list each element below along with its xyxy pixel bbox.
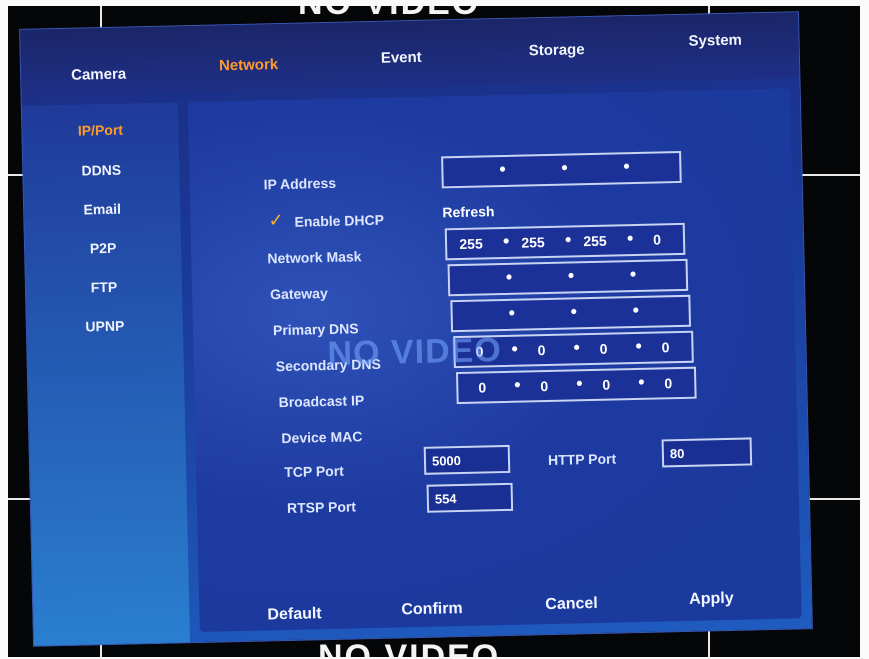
ip-address-label: IP Address: [263, 174, 337, 193]
default-button[interactable]: Default: [267, 605, 322, 624]
octet-separator: •: [508, 302, 516, 323]
rtsp-port-field[interactable]: 554: [426, 482, 514, 513]
octet-separator: •: [626, 228, 634, 249]
octet-separator: •: [564, 229, 572, 250]
ip-octet: [580, 268, 616, 269]
checkmark-icon[interactable]: ✓: [268, 210, 284, 231]
octet-separator: •: [567, 265, 575, 286]
http-port-value: 80: [669, 445, 685, 462]
octet-separator: •: [570, 301, 578, 322]
ip-octet: 0: [664, 375, 673, 392]
device-mac-label: Device MAC: [281, 428, 363, 447]
tcp-port-field[interactable]: 5000: [423, 444, 511, 475]
octet-separator: •: [623, 156, 630, 177]
octet-separator: •: [573, 337, 580, 358]
confirm-button[interactable]: Confirm: [401, 600, 463, 619]
ip-octet: 0: [602, 376, 611, 393]
ip-octet: 255: [521, 234, 545, 251]
ip-octet: [453, 163, 489, 164]
ip-octet: [644, 303, 680, 304]
sidebar-item-ip-port[interactable]: IP/Port: [22, 120, 178, 140]
cancel-button[interactable]: Cancel: [545, 595, 598, 614]
enable-dhcp-label[interactable]: Enable DHCP: [294, 212, 384, 230]
tab-network[interactable]: Network: [219, 56, 279, 74]
ip-octet: [637, 159, 673, 160]
ip-octet: 0: [599, 340, 608, 357]
ip-octet: [513, 162, 549, 163]
network-mask-label: Network Mask: [267, 248, 362, 267]
ip-octet: [642, 267, 678, 268]
octet-separator: •: [499, 158, 506, 180]
tab-system[interactable]: System: [688, 32, 742, 50]
gateway-label: Gateway: [269, 284, 328, 303]
ip-address-field[interactable]: • • •: [441, 150, 682, 189]
menu-tab-bar: Camera Network Event Storage System: [20, 12, 800, 96]
sidebar-item-email[interactable]: Email: [24, 199, 180, 219]
octet-separator: •: [632, 299, 640, 321]
octet-separator: •: [576, 373, 583, 394]
sidebar-item-ddns[interactable]: DDNS: [23, 160, 179, 180]
ip-octet: [521, 306, 557, 307]
ip-octet: [583, 304, 619, 305]
ip-octet: 0: [540, 378, 549, 395]
ip-octet: 0: [537, 342, 546, 359]
ip-octet: 255: [459, 235, 483, 252]
sidebar-item-ftp[interactable]: FTP: [26, 277, 182, 297]
broadcast-ip-label: Broadcast IP: [278, 392, 365, 411]
sidebar-item-upnp[interactable]: UPNP: [27, 316, 183, 336]
refresh-button[interactable]: Refresh: [442, 203, 494, 220]
monitor-screen: NO VIDEO NO VIDEO Camera Network Event S…: [8, 6, 860, 657]
tcp-port-value: 5000: [431, 453, 462, 469]
octet-separator: •: [505, 266, 513, 287]
tab-event[interactable]: Event: [381, 49, 422, 67]
ip-octet: [456, 271, 492, 272]
apply-button[interactable]: Apply: [689, 590, 734, 609]
http-port-label: HTTP Port: [547, 450, 617, 469]
octet-separator: •: [635, 335, 642, 357]
no-video-overlay: NO VIDEO: [327, 331, 503, 374]
rtsp-port-value: 554: [434, 491, 457, 507]
primary-dns-field[interactable]: • • •: [450, 294, 692, 333]
octet-separator: •: [514, 374, 521, 395]
octet-separator: •: [561, 157, 568, 178]
tab-storage[interactable]: Storage: [529, 41, 585, 59]
tcp-port-label: TCP Port: [284, 462, 345, 481]
octet-separator: •: [511, 338, 519, 359]
octet-separator: •: [502, 230, 510, 252]
sidebar-item-p2p[interactable]: P2P: [25, 238, 181, 258]
tab-camera[interactable]: Camera: [71, 66, 126, 84]
ip-octet: 0: [652, 231, 662, 248]
network-mask-field[interactable]: 255 • 255 • 255 • 0: [444, 222, 686, 261]
no-video-overlay-bottom: NO VIDEO: [318, 638, 501, 657]
broadcast-ip-field[interactable]: 0 • 0 • 0 • 0: [455, 366, 697, 405]
ip-octet: 255: [583, 232, 607, 250]
network-settings-dialog: Camera Network Event Storage System IP/P…: [19, 11, 813, 647]
ip-octet: 0: [661, 339, 670, 356]
http-port-field[interactable]: 80: [661, 437, 753, 468]
sidebar: IP/Port DDNS Email P2P FTP UPNP: [21, 102, 191, 646]
ip-octet: [518, 270, 554, 271]
octet-separator: •: [629, 263, 637, 285]
gateway-field[interactable]: • • •: [447, 258, 689, 297]
ip-octet: [459, 307, 495, 308]
octet-separator: •: [638, 371, 645, 392]
ip-octet: [575, 161, 611, 162]
ip-octet: 0: [478, 379, 487, 396]
rtsp-port-label: RTSP Port: [286, 498, 357, 516]
